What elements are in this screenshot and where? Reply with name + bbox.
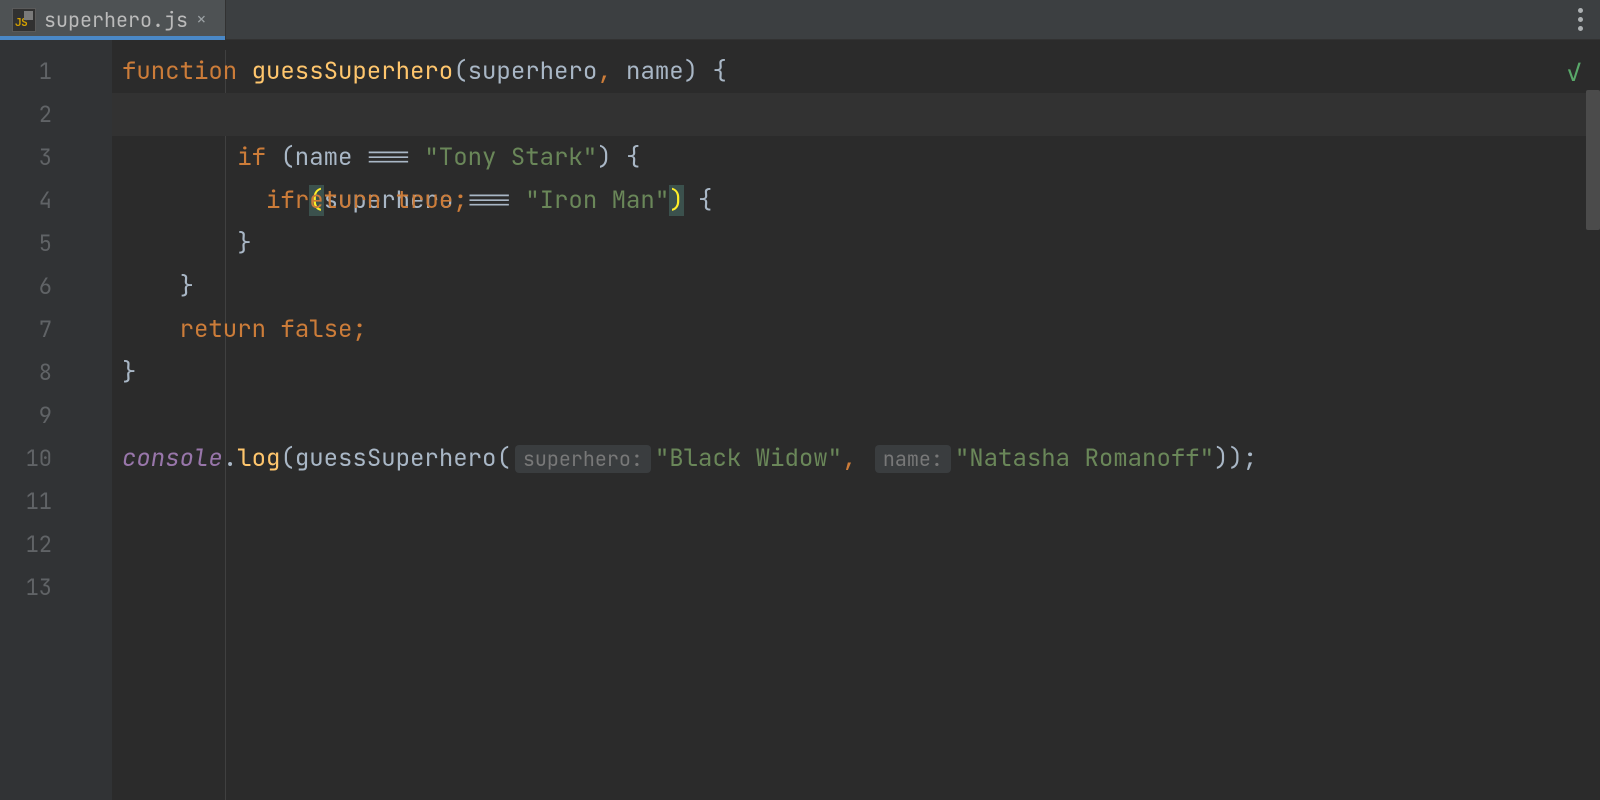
code-line[interactable]: return true; <box>112 179 1600 222</box>
line-number: 6 <box>0 265 112 308</box>
code-line[interactable] <box>112 394 1600 437</box>
line-number: 11 <box>0 480 112 523</box>
code-line[interactable] <box>112 523 1600 566</box>
line-number: 3 <box>0 136 112 179</box>
intention-bulb-icon[interactable] <box>148 99 170 127</box>
line-number: 8 <box>0 351 112 394</box>
file-tab[interactable]: JS superhero.js × <box>0 0 226 39</box>
tab-bar: JS superhero.js × <box>0 0 1600 40</box>
tab-filename: superhero.js <box>44 7 188 33</box>
code-line[interactable] <box>112 566 1600 609</box>
line-number: 10 <box>0 437 112 480</box>
code-line[interactable] <box>112 480 1600 523</box>
line-number: 12 <box>0 523 112 566</box>
vertical-scrollbar[interactable] <box>1586 90 1600 800</box>
line-number: 5 <box>0 222 112 265</box>
gutter: 1 2 3 4 5 6 7 8 9 10 11 12 13 <box>0 40 112 800</box>
code-line[interactable]: function guessSuperhero(superhero, name)… <box>112 50 1600 93</box>
parameter-hint: name: <box>875 445 951 473</box>
js-file-icon: JS <box>12 8 36 32</box>
code-line[interactable]: } <box>112 265 1600 308</box>
code-line-active[interactable]: if (superhero === "Iron Man") { <box>112 93 1600 136</box>
line-number: 13 <box>0 566 112 609</box>
code-area[interactable]: ✓ function guessSuperhero(superhero, nam… <box>112 40 1600 800</box>
line-number: 9 <box>0 394 112 437</box>
tab-options-button[interactable] <box>1560 0 1600 39</box>
code-line[interactable]: console.log(guessSuperhero(superhero:"Bl… <box>112 437 1600 480</box>
code-line[interactable]: } <box>112 351 1600 394</box>
code-editor[interactable]: 1 2 3 4 5 6 7 8 9 10 11 12 13 ✓ function… <box>0 40 1600 800</box>
scrollbar-thumb[interactable] <box>1586 90 1600 230</box>
line-number: 2 <box>0 93 112 136</box>
parameter-hint: superhero: <box>515 445 651 473</box>
close-icon[interactable]: × <box>196 8 207 31</box>
line-number: 4 <box>0 179 112 222</box>
code-line[interactable]: return false; <box>112 308 1600 351</box>
code-line[interactable]: if (name === "Tony Stark") { <box>112 136 1600 179</box>
line-number: 7 <box>0 308 112 351</box>
line-number: 1 <box>0 50 112 93</box>
code-line[interactable]: } <box>112 222 1600 265</box>
